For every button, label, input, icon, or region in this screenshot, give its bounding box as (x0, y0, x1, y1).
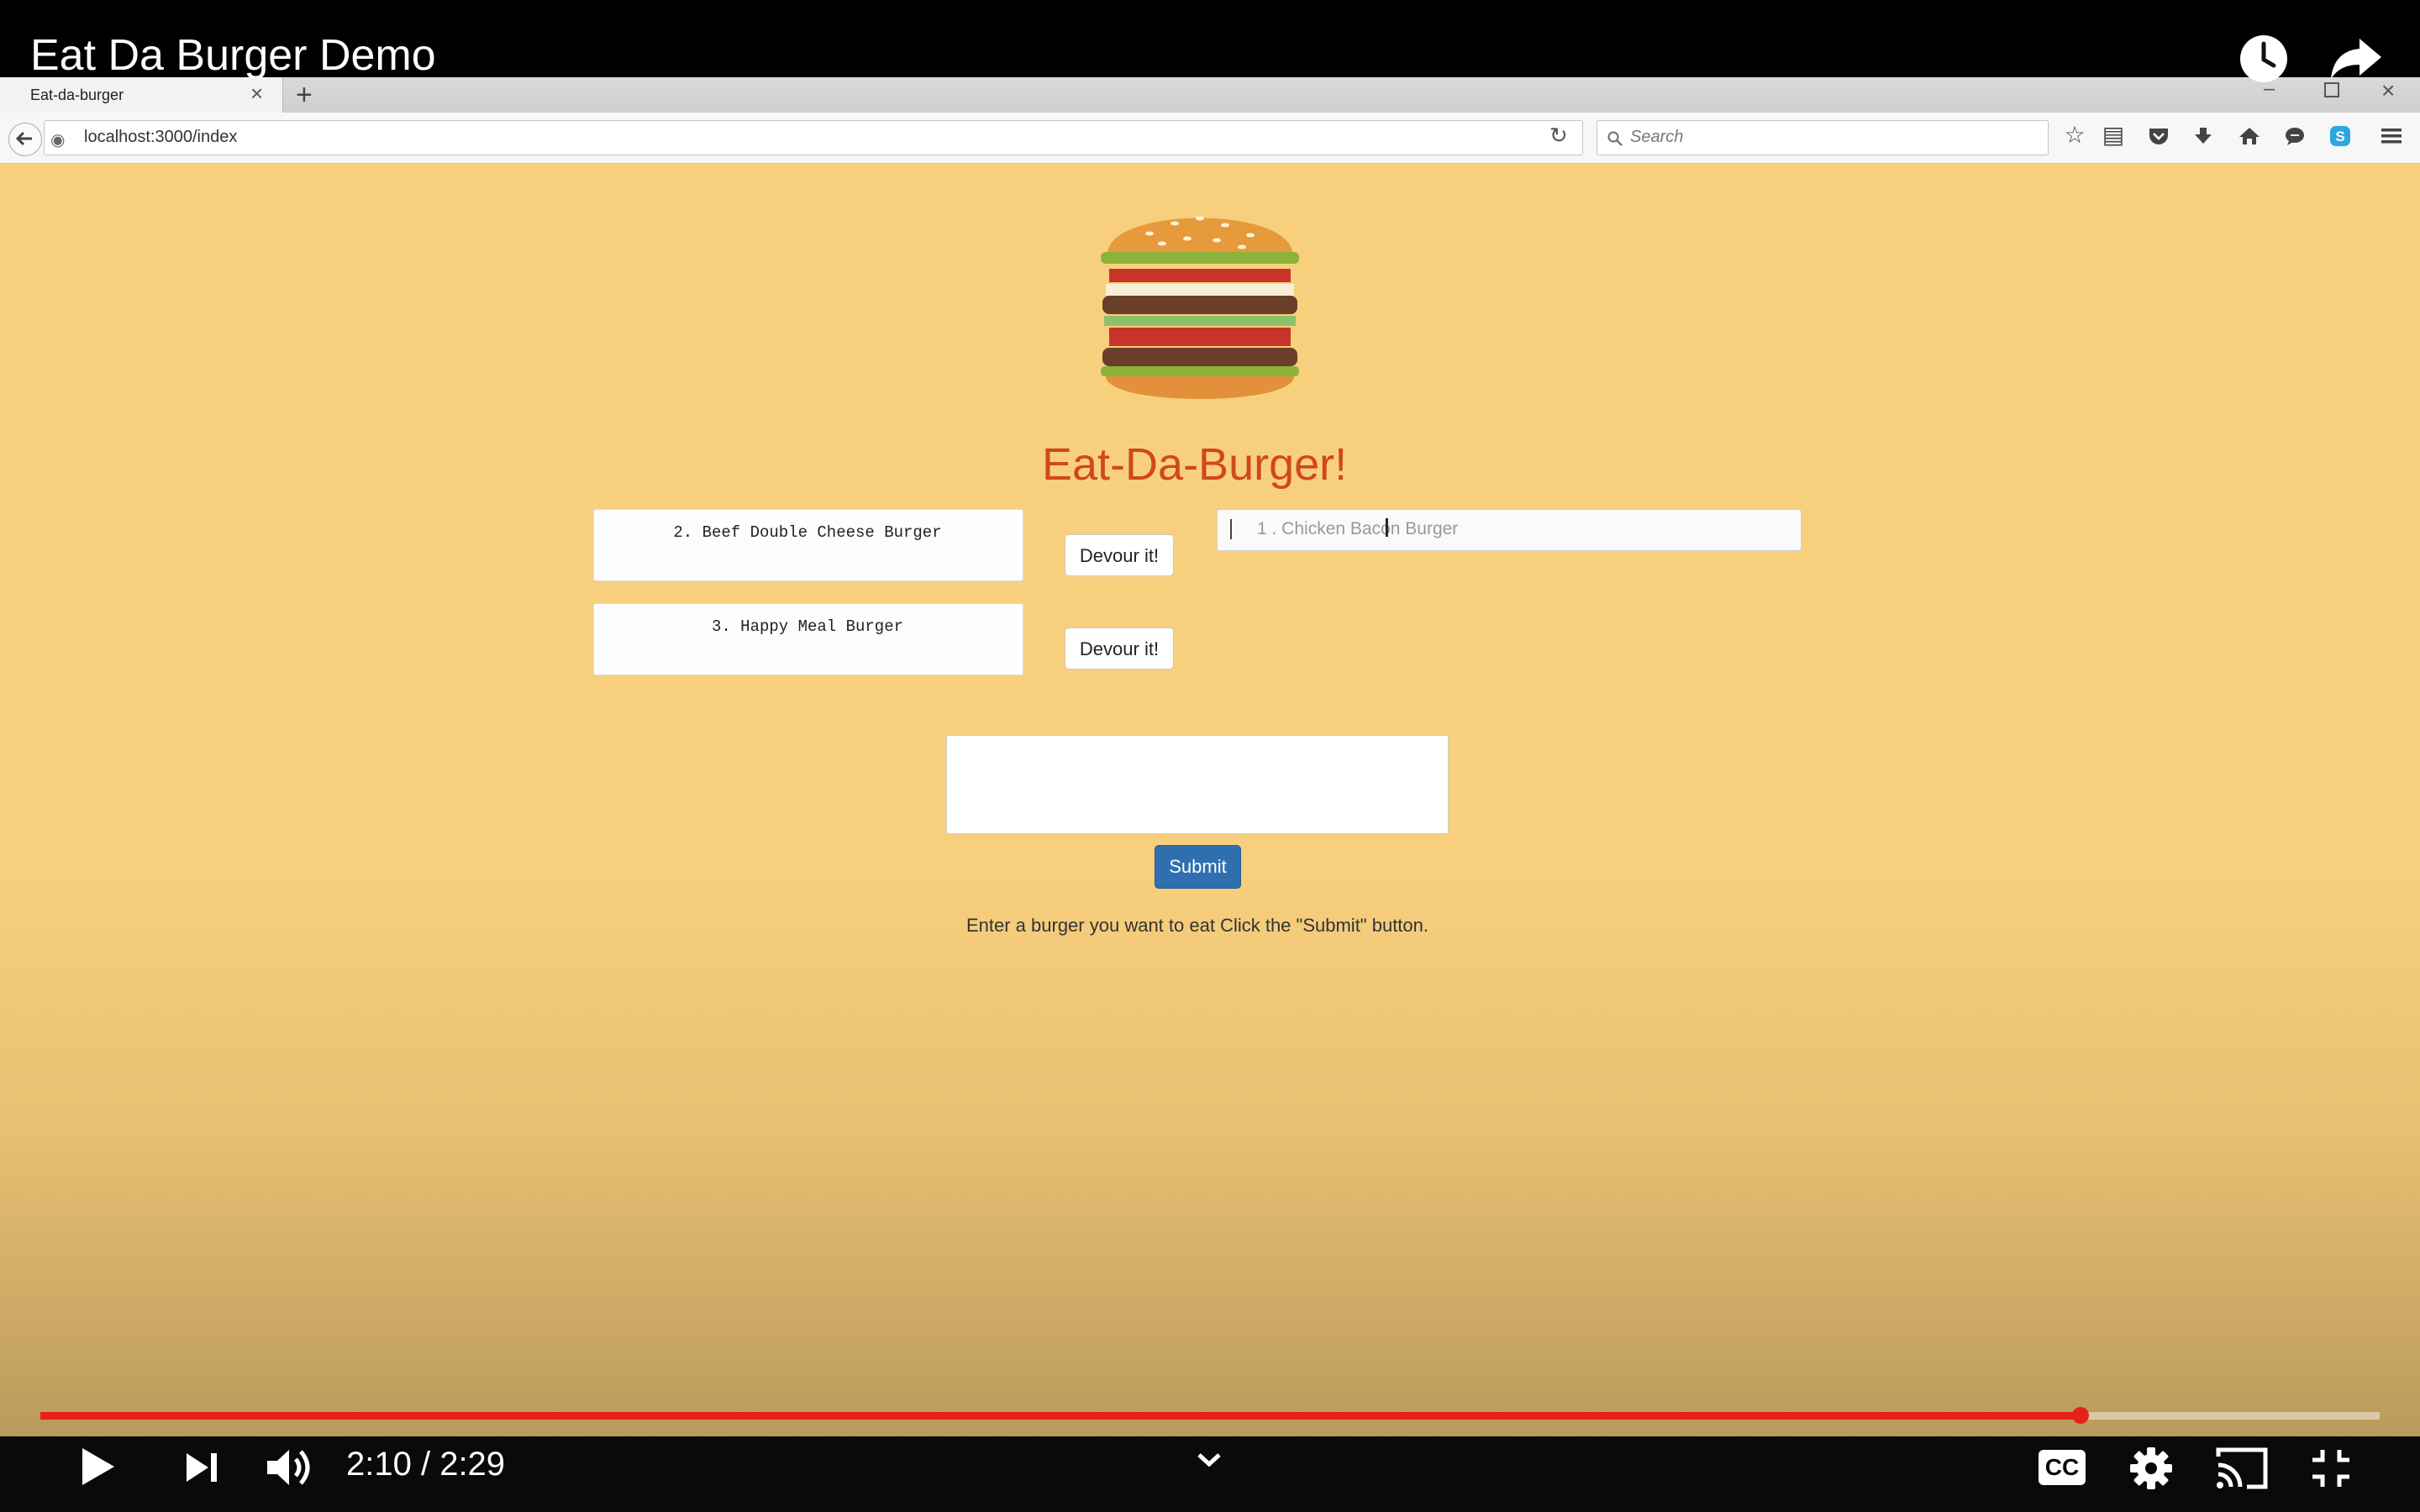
progress-scrubber[interactable] (2072, 1407, 2089, 1424)
next-icon[interactable] (183, 1450, 220, 1485)
chevron-down-icon[interactable] (1197, 1452, 1222, 1468)
page-title: Eat-Da-Burger! (1042, 439, 1348, 490)
back-arrow-icon (15, 131, 32, 146)
tab-close-icon[interactable]: × (250, 82, 263, 104)
burger-list-item (593, 509, 1023, 581)
captions-label: CC (2044, 1454, 2080, 1480)
cast-icon[interactable] (2215, 1446, 2269, 1490)
watch-later-icon[interactable] (2238, 34, 2289, 84)
play-icon[interactable] (77, 1445, 118, 1488)
time-display: 2:10 / 2:29 (346, 1446, 506, 1483)
exit-fullscreen-icon[interactable] (2309, 1446, 2353, 1490)
pocket-icon[interactable] (2148, 126, 2170, 146)
video-title[interactable]: Eat Da Burger Demo (30, 30, 436, 81)
ibeam-cursor-icon: I (1383, 514, 1391, 543)
svg-text:S: S (2335, 129, 2344, 144)
devour-button[interactable]: Devour it! (1065, 534, 1174, 576)
burger-name: 3. Happy Meal Burger (711, 617, 904, 636)
instructions-text: Enter a burger you want to eat Click the… (965, 915, 1429, 936)
submit-button[interactable]: Submit (1155, 845, 1241, 889)
chat-icon[interactable] (2284, 126, 2306, 146)
skype-extension-icon[interactable]: S (2329, 125, 2351, 147)
browser-tab-bar (0, 77, 2420, 113)
home-icon[interactable] (2238, 126, 2260, 146)
window-restore-icon[interactable] (2324, 82, 2339, 97)
burger-input-placeholder: 1 . Chicken Bacon Burger (1257, 519, 1459, 538)
burger-name: 2. Beef Double Cheese Burger (673, 523, 942, 542)
tab-label: Eat-da-burger (30, 87, 124, 103)
download-icon[interactable] (2193, 126, 2213, 146)
reload-icon[interactable]: ↻ (1549, 123, 1568, 149)
burger-list-item (593, 603, 1023, 675)
new-tab-icon[interactable]: + (296, 81, 313, 109)
window-close-icon[interactable]: × (2381, 77, 2395, 104)
bookmark-star-icon[interactable]: ☆ (2060, 121, 2089, 149)
search-icon (1607, 131, 1623, 146)
text-caret (1230, 519, 1232, 539)
search-placeholder: Search (1630, 128, 1684, 146)
menu-icon[interactable] (2381, 127, 2402, 145)
address-bar[interactable] (44, 120, 1583, 155)
volume-icon[interactable] (266, 1446, 316, 1488)
share-icon[interactable] (2329, 37, 2383, 81)
site-info-icon[interactable]: ◉ (50, 129, 65, 150)
burger-logo-image (1101, 216, 1299, 399)
devour-button[interactable]: Devour it! (1065, 627, 1174, 669)
settings-icon[interactable] (2129, 1446, 2173, 1490)
progress-bar-played (40, 1412, 2081, 1420)
reading-list-icon[interactable]: ▤ (2099, 121, 2128, 149)
burger-textarea[interactable] (946, 735, 1449, 834)
url-text: localhost:3000/index (84, 128, 238, 146)
